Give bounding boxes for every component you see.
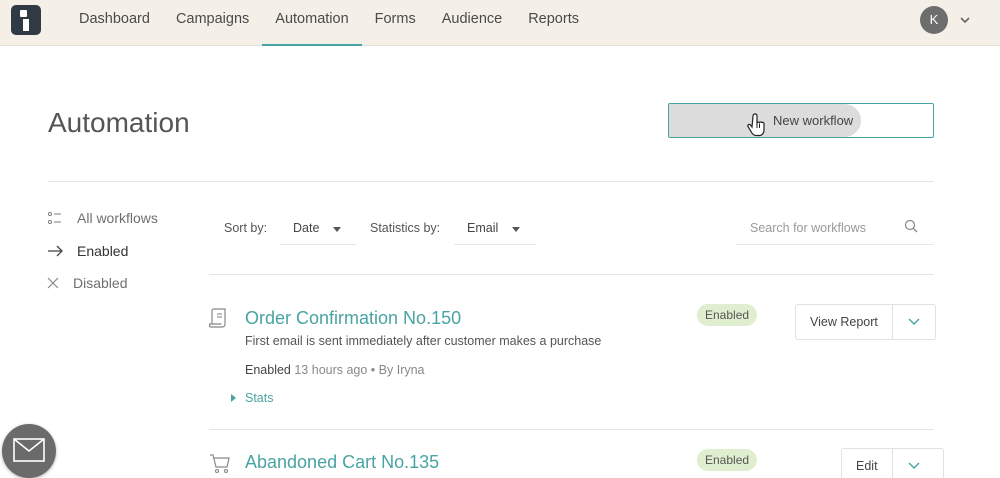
sort-by-label: Sort by: (224, 221, 268, 235)
edit-button-group: Edit (841, 448, 944, 478)
header-divider (48, 181, 934, 182)
status-badge: Enabled (697, 449, 758, 471)
sort-by-select[interactable]: Date (280, 213, 356, 245)
view-report-button[interactable]: View Report (796, 305, 893, 339)
nav-forms[interactable]: Forms (362, 0, 429, 46)
receipt-icon (209, 308, 226, 328)
more-actions-dropdown[interactable] (893, 305, 935, 339)
workflow-meta: Enabled 13 hours ago • By Iryna (245, 363, 425, 377)
caret-down-icon (333, 227, 341, 232)
arrow-right-icon (48, 245, 63, 257)
user-avatar[interactable]: K (920, 6, 948, 34)
page-title: Automation (48, 107, 190, 138)
nav-campaigns[interactable]: Campaigns (163, 0, 262, 46)
sort-by-value: Date (293, 221, 320, 235)
sidebar-label-enabled: Enabled (77, 243, 129, 259)
workflow-title[interactable]: Abandoned Cart No.135 (245, 452, 439, 473)
new-workflow-label: New workflow (773, 113, 854, 128)
edit-button[interactable]: Edit (842, 449, 893, 478)
status-badge: Enabled (697, 304, 758, 326)
search-icon[interactable] (904, 219, 918, 233)
row-divider (209, 429, 934, 430)
list-icon (47, 211, 61, 225)
chevron-down-icon (908, 462, 920, 469)
messages-button[interactable] (2, 424, 56, 478)
sidebar-item-disabled[interactable]: Disabled (47, 275, 127, 291)
app-logo[interactable] (11, 5, 41, 35)
statistics-by-select[interactable]: Email (454, 213, 536, 245)
stats-label: Stats (245, 391, 274, 405)
sidebar-label-all: All workflows (77, 210, 158, 226)
stats-toggle[interactable]: Stats (231, 391, 274, 405)
statistics-by-value: Email (467, 221, 499, 235)
view-report-button-group: View Report (795, 304, 936, 340)
more-actions-dropdown[interactable] (893, 449, 943, 478)
sidebar-item-enabled[interactable]: Enabled (47, 243, 128, 259)
caret-down-icon (512, 227, 520, 232)
sidebar-label-disabled: Disabled (73, 275, 128, 291)
search-input[interactable] (750, 219, 900, 237)
top-nav-bar: Dashboard Campaigns Automation Forms Aud… (0, 0, 1000, 46)
nav-audience[interactable]: Audience (429, 0, 515, 46)
caret-right-icon (231, 394, 236, 402)
main-nav: Dashboard Campaigns Automation Forms Aud… (66, 0, 592, 46)
cart-icon (210, 454, 230, 474)
workflow-meta-status: Enabled (245, 363, 291, 377)
sidebar-item-all-workflows[interactable]: All workflows (47, 210, 158, 226)
workflow-description: First email is sent immediately after cu… (245, 334, 602, 348)
new-workflow-button[interactable]: New workflow (668, 103, 934, 138)
envelope-icon (13, 438, 45, 462)
x-icon (47, 277, 59, 289)
hand-cursor-icon (747, 113, 765, 137)
chevron-down-icon[interactable] (958, 13, 972, 27)
workflow-meta-details: 13 hours ago • By Iryna (294, 363, 425, 377)
workflow-title[interactable]: Order Confirmation No.150 (245, 308, 461, 329)
nav-dashboard[interactable]: Dashboard (66, 0, 163, 46)
chevron-down-icon (908, 318, 920, 325)
nav-automation[interactable]: Automation (262, 0, 363, 46)
statistics-by-label: Statistics by: (370, 221, 441, 235)
nav-reports[interactable]: Reports (515, 0, 592, 46)
list-divider (209, 274, 934, 275)
